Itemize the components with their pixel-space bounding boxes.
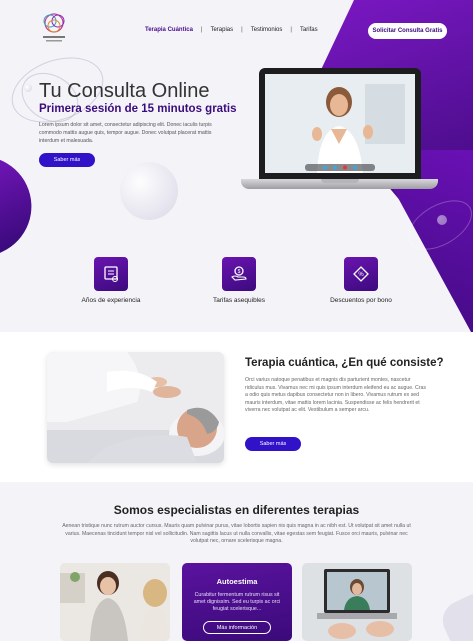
brand-logo[interactable] [40,10,68,44]
request-consultation-button[interactable]: Solicitar Consulta Gratis [368,23,447,39]
therapist-video-illustration [265,74,415,173]
about-more-button[interactable]: Saber más [245,437,301,451]
hero-text: Lorem ipsum dolor sit amet, consectetur … [39,122,212,144]
nav-separator: | [290,27,292,33]
hero-section: Terapia Cuántica | Terapias | Testimonio… [0,0,473,332]
main-nav: Terapia Cuántica | Terapias | Testimonio… [145,27,318,33]
therapy-photo [47,352,224,463]
counseling-photo [60,563,170,641]
more-info-button[interactable]: Más información [203,621,271,634]
laptop-screen [259,68,421,179]
card-title: Autoestima [216,577,258,586]
reiki-treatment-illustration [47,352,224,463]
svg-text:%: % [358,272,364,278]
feature-label: Tarifas asequibles [212,297,266,304]
laptop-notch [321,179,359,183]
therapies-title: Somos especialistas en diferentes terapi… [113,503,360,517]
video-call-image [265,74,415,173]
therapy-card-photo[interactable] [60,563,170,641]
nav-item-terapia-cuantica[interactable]: Terapia Cuántica [145,27,193,33]
sphere-decoration [120,162,178,220]
nav-item-tarifas[interactable]: Tarifas [300,27,318,33]
about-text: Orci varius natoque penatibus et magnis … [245,377,426,414]
certificate-icon [94,257,128,291]
discount-tag-icon: % [344,257,378,291]
hero-title: Tu Consulta Online [39,80,210,102]
online-session-photo [302,563,412,641]
hero-more-button[interactable]: Saber más [39,153,95,167]
hero-subtitle: Primera sesión de 15 minutos gratis [39,103,237,115]
svg-text:$: $ [238,269,241,275]
nav-separator: | [200,27,203,33]
nav-separator: | [241,27,243,33]
therapies-text: Aenean tristique nunc rutrum auctor curs… [62,523,411,545]
hand-coin-icon: $ [222,257,256,291]
feature-discounts: % Descuentos por bono [306,257,416,304]
therapy-card-autoestima[interactable]: Autoestima Curabitur fermentum rutrum ri… [182,563,292,641]
feature-prices: $ Tarifas asequibles [184,257,294,304]
card-text: Curabitur fermentum rutrum risus sit ame… [193,592,281,612]
feature-label: Descuentos por bono [330,297,392,304]
laptop-image [241,68,438,193]
nav-item-testimonios[interactable]: Testimonios [251,27,283,33]
nav-item-terapias[interactable]: Terapias [210,27,233,33]
sphere-decoration [24,84,32,92]
page: Terapia Cuántica | Terapias | Testimonio… [0,0,473,641]
feature-experience: Años de experiencia [56,257,166,304]
sphere-decoration [437,215,447,225]
about-title: Terapia cuántica, ¿En qué consiste? [245,357,444,369]
feature-label: Años de experiencia [81,297,141,304]
therapy-card-online[interactable] [302,563,412,641]
